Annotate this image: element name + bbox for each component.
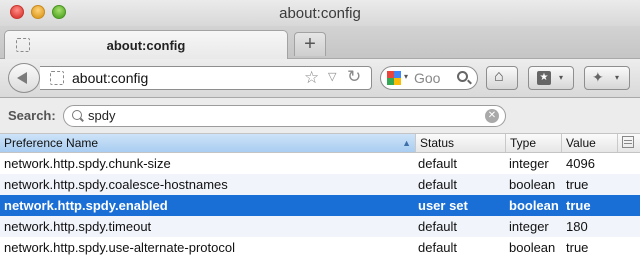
preference-name: network.http.spdy.timeout bbox=[4, 219, 152, 234]
preference-type: integer bbox=[509, 156, 549, 171]
web-search-bar[interactable]: ▾ Goo bbox=[380, 66, 478, 90]
preference-name: network.http.spdy.enabled bbox=[4, 198, 168, 213]
tab-about-config[interactable]: about:config bbox=[4, 30, 288, 59]
column-header-label: Preference Name bbox=[4, 136, 99, 150]
bookmarks-button[interactable]: ★ ▾ bbox=[528, 66, 574, 90]
home-button[interactable]: ⌂ bbox=[486, 66, 518, 90]
preference-type: boolean bbox=[509, 240, 556, 255]
column-header-type[interactable]: Type bbox=[506, 134, 562, 152]
table-row[interactable]: network.http.spdy.coalesce-hostnames def… bbox=[0, 174, 640, 195]
chevron-down-icon: ▾ bbox=[615, 73, 620, 82]
home-icon: ⌂ bbox=[494, 68, 504, 85]
preference-name: network.http.spdy.coalesce-hostnames bbox=[4, 177, 228, 192]
search-icon bbox=[72, 110, 82, 120]
preference-type: integer bbox=[509, 219, 549, 234]
config-search-row: Search: spdy ✕ bbox=[0, 98, 640, 134]
preference-type: boolean bbox=[509, 198, 559, 213]
preference-type: boolean bbox=[509, 177, 556, 192]
column-header-value[interactable]: Value bbox=[562, 134, 618, 152]
preference-status: default bbox=[418, 219, 458, 234]
bookmark-star-icon[interactable]: ☆ bbox=[304, 68, 319, 88]
column-header-preference-name[interactable]: Preference Name ▲ bbox=[0, 134, 416, 152]
search-engine-placeholder: Goo bbox=[414, 70, 441, 86]
tab-label: about:config bbox=[106, 38, 186, 53]
preference-name: network.http.spdy.use-alternate-protocol bbox=[4, 240, 235, 255]
new-tab-button[interactable]: + bbox=[294, 32, 326, 56]
preference-value: 180 bbox=[566, 219, 588, 234]
page-icon bbox=[50, 71, 64, 85]
search-icon[interactable] bbox=[457, 71, 468, 82]
preference-name: network.http.spdy.chunk-size bbox=[4, 156, 171, 171]
preference-status: default bbox=[418, 177, 458, 192]
window-title: about:config bbox=[279, 5, 361, 22]
search-value[interactable]: spdy bbox=[88, 108, 115, 123]
table-row[interactable]: network.http.spdy.enabled user set boole… bbox=[0, 195, 640, 216]
table-row[interactable]: network.http.spdy.timeout default intege… bbox=[0, 216, 640, 237]
preference-value: 4096 bbox=[566, 156, 595, 171]
url-bar[interactable]: about:config ☆ ▽ ↻ bbox=[40, 66, 372, 90]
bookmarks-icon: ★ bbox=[537, 71, 551, 85]
tab-strip: about:config + bbox=[0, 26, 640, 59]
extension-button[interactable]: ✦ ▾ bbox=[584, 66, 630, 90]
preferences-table-body: network.http.spdy.chunk-size default int… bbox=[0, 153, 640, 258]
back-button[interactable] bbox=[8, 63, 40, 93]
column-header-status[interactable]: Status bbox=[416, 134, 506, 152]
reload-icon[interactable]: ↻ bbox=[347, 67, 361, 87]
search-engine-dropdown-icon[interactable]: ▾ bbox=[404, 72, 408, 81]
navigation-toolbar: about:config ☆ ▽ ↻ ▾ Goo ⌂ ★ ▾ ✦ ▾ bbox=[0, 59, 640, 98]
back-arrow-icon bbox=[17, 72, 27, 84]
preference-value: true bbox=[566, 177, 589, 192]
chevron-down-icon: ▾ bbox=[559, 73, 564, 82]
extension-icon: ✦ bbox=[592, 69, 604, 85]
history-dropdown-icon[interactable]: ▽ bbox=[328, 70, 336, 83]
table-row[interactable]: network.http.spdy.use-alternate-protocol… bbox=[0, 237, 640, 258]
column-header-label: Status bbox=[420, 136, 455, 150]
table-row[interactable]: network.http.spdy.chunk-size default int… bbox=[0, 153, 640, 174]
preference-status: user set bbox=[418, 198, 468, 213]
url-text[interactable]: about:config bbox=[72, 70, 148, 86]
google-icon[interactable] bbox=[387, 71, 401, 85]
preferences-table-header: Preference Name ▲ Status Type Value bbox=[0, 134, 640, 153]
sort-ascending-icon: ▲ bbox=[402, 138, 411, 148]
preference-status: default bbox=[418, 156, 458, 171]
column-header-label: Type bbox=[510, 136, 537, 150]
config-search-input[interactable]: spdy ✕ bbox=[63, 105, 506, 127]
preference-status: default bbox=[418, 240, 458, 255]
preference-value: true bbox=[566, 198, 591, 213]
title-bar: about:config bbox=[0, 0, 640, 26]
clear-search-icon[interactable]: ✕ bbox=[485, 109, 499, 123]
preference-value: true bbox=[566, 240, 589, 255]
search-label: Search: bbox=[8, 108, 56, 123]
column-picker-icon[interactable] bbox=[622, 136, 634, 148]
column-header-label: Value bbox=[566, 136, 596, 150]
